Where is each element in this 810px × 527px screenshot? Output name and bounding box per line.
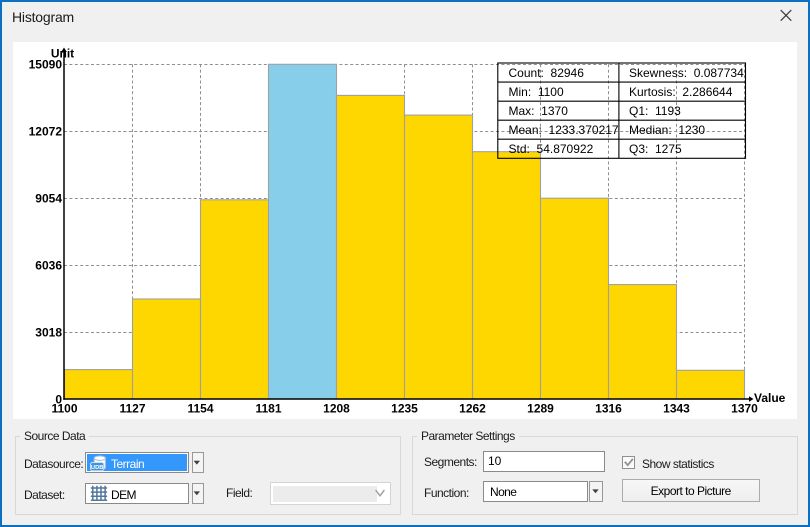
svg-text:UDB: UDB	[91, 465, 104, 471]
